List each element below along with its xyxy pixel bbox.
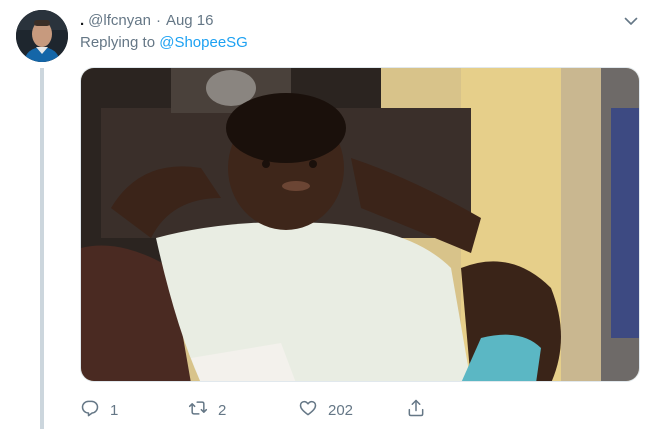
reply-button[interactable]: 1 bbox=[80, 398, 118, 422]
share-button[interactable] bbox=[406, 398, 426, 422]
replying-to-mention[interactable]: @ShopeeSG bbox=[159, 34, 248, 51]
replying-prefix: Replying to bbox=[80, 34, 156, 51]
user-handle[interactable]: @lfcnyan bbox=[88, 12, 151, 29]
like-count: 202 bbox=[328, 401, 354, 419]
tweet[interactable]: . @lfcnyan · Aug 16 Replying to @ShopeeS… bbox=[0, 0, 658, 429]
avatar[interactable] bbox=[16, 10, 68, 62]
heart-icon bbox=[298, 398, 318, 423]
tweet-actions: 1 2 202 bbox=[80, 398, 500, 422]
retweet-count: 2 bbox=[218, 401, 227, 419]
header-separator: · bbox=[155, 11, 161, 29]
like-button[interactable]: 202 bbox=[298, 398, 353, 422]
share-icon bbox=[406, 398, 426, 423]
reply-count: 1 bbox=[110, 401, 119, 419]
thread-connector-line bbox=[40, 68, 44, 429]
tweet-media[interactable] bbox=[80, 67, 640, 382]
retweet-icon bbox=[188, 398, 208, 423]
chevron-down-icon[interactable] bbox=[622, 12, 640, 30]
replying-to: Replying to @ShopeeSG bbox=[80, 34, 248, 51]
media-image bbox=[81, 68, 639, 381]
reply-icon bbox=[80, 398, 100, 423]
avatar-image bbox=[16, 10, 68, 62]
tweet-date[interactable]: Aug 16 bbox=[166, 12, 214, 29]
display-name[interactable]: . bbox=[80, 12, 84, 29]
tweet-header: . @lfcnyan · Aug 16 bbox=[80, 10, 213, 30]
retweet-button[interactable]: 2 bbox=[188, 398, 226, 422]
